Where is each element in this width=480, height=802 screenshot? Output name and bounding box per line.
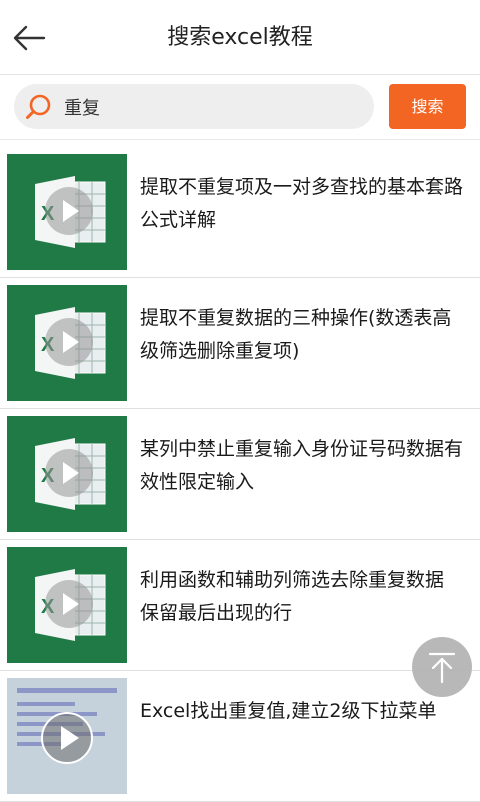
search-input[interactable] bbox=[64, 84, 364, 129]
list-item[interactable]: X 提取不重复数据的三种操作(数透表高级筛选删除重复项) bbox=[0, 278, 480, 409]
result-title: 某列中禁止重复输入身份证号码数据有效性限定输入 bbox=[140, 438, 464, 493]
screenshot-video-thumbnail bbox=[7, 678, 127, 794]
result-title: 提取不重复项及一对多查找的基本套路公式详解 bbox=[140, 176, 464, 231]
list-item[interactable]: X 提取不重复项及一对多查找的基本套路公式详解 bbox=[0, 147, 480, 278]
search-icon bbox=[26, 94, 51, 119]
search-bar: 搜索 bbox=[0, 75, 480, 140]
arrow-up-to-top-icon bbox=[428, 652, 456, 684]
list-item[interactable]: Excel找出重复值,建立2级下拉菜单 bbox=[0, 671, 480, 802]
list-item[interactable]: X 利用函数和辅助列筛选去除重复数据 保留最后出现的行 bbox=[0, 540, 480, 671]
excel-video-thumbnail: X bbox=[7, 154, 127, 270]
excel-video-thumbnail: X bbox=[7, 285, 127, 401]
list-item[interactable]: X 某列中禁止重复输入身份证号码数据有效性限定输入 bbox=[0, 409, 480, 540]
search-field-container[interactable] bbox=[14, 84, 374, 129]
result-title: 利用函数和辅助列筛选去除重复数据 保留最后出现的行 bbox=[140, 569, 445, 624]
page-title: 搜索excel教程 bbox=[167, 25, 313, 50]
result-title: Excel找出重复值,建立2级下拉菜单 bbox=[140, 700, 437, 722]
scroll-to-top-button[interactable] bbox=[412, 637, 472, 697]
excel-video-thumbnail: X bbox=[7, 547, 127, 663]
top-bar: 搜索excel教程 bbox=[0, 0, 480, 75]
search-button[interactable]: 搜索 bbox=[389, 84, 466, 129]
result-title: 提取不重复数据的三种操作(数透表高级筛选删除重复项) bbox=[140, 307, 452, 362]
results-list: X 提取不重复项及一对多查找的基本套路公式详解 X 提取不重复数据的三种操作(数… bbox=[0, 147, 480, 802]
excel-video-thumbnail: X bbox=[7, 416, 127, 532]
